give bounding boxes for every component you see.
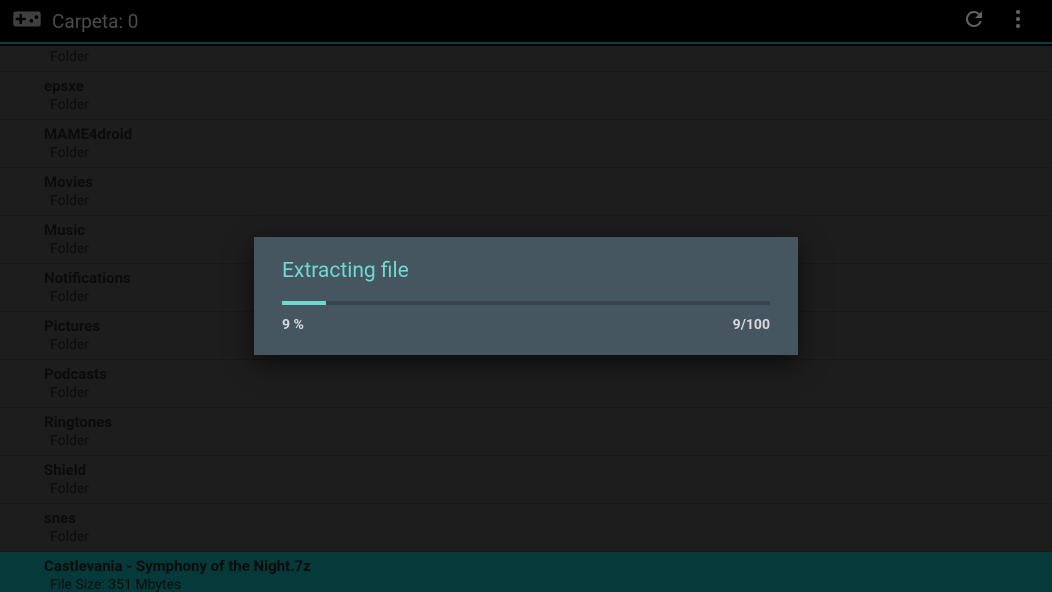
progress-count-label: 9/100 (733, 317, 770, 333)
modal-scrim: Extracting file 9 % 9/100 (0, 0, 1052, 592)
progress-percent-label: 9 % (282, 317, 304, 333)
progress-bar (282, 301, 770, 305)
progress-fill (282, 301, 326, 305)
dialog-title: Extracting file (254, 237, 798, 301)
extract-progress-dialog: Extracting file 9 % 9/100 (254, 237, 798, 355)
